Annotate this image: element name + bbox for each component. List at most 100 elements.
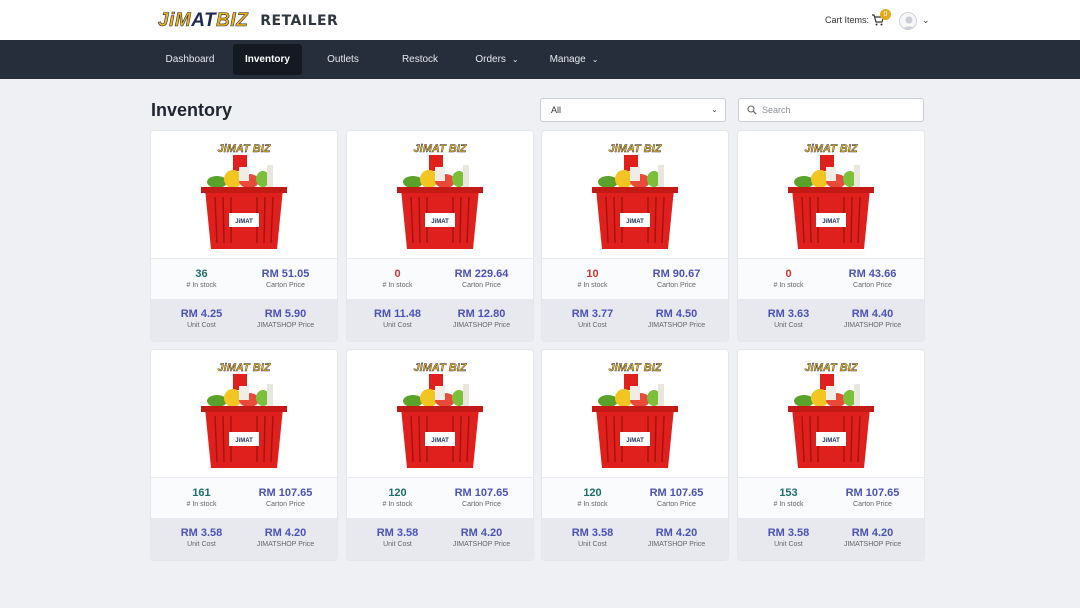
jimatshop-price: RM 4.40 [851, 308, 894, 320]
stock-price-row: 0 # In stock RM 43.66 Carton Price [738, 259, 924, 299]
unit-cost-label: Unit Cost [578, 322, 607, 329]
search-input[interactable] [762, 102, 917, 118]
carton-price-label: Carton Price [853, 282, 892, 289]
chevron-down-icon: ⌄ [511, 55, 519, 64]
svg-text:JiMAT BIZ: JiMAT BIZ [218, 362, 272, 374]
stock-price-row: 36 # In stock RM 51.05 Carton Price [151, 259, 337, 299]
jimatshop-price: RM 4.50 [655, 308, 698, 320]
main-nav: Dashboard Inventory Outlets Restock Orde… [0, 40, 1080, 79]
svg-text:JiMAT BIZ: JiMAT BIZ [609, 362, 663, 374]
product-image[interactable]: JiMAT BIZ JiMAT [347, 350, 533, 478]
svg-text:JiMAT: JiMAT [235, 438, 253, 444]
cost-price-row: RM 11.48 Unit Cost RM 12.80 JIMATSHOP Price [347, 299, 533, 341]
nav-restock[interactable]: Restock [386, 44, 454, 75]
svg-text:JiMAT BIZ: JiMAT BIZ [609, 143, 663, 155]
page-title: Inventory [151, 100, 233, 120]
logo-subtitle: RETAILER [260, 13, 339, 29]
nav-orders[interactable]: Orders ⌄ [462, 44, 532, 75]
jimatshop-price-label: JIMATSHOP Price [843, 541, 902, 548]
product-image[interactable]: JiMAT BIZ JiMAT [151, 350, 337, 478]
cart-button[interactable]: Cart Items: [825, 13, 885, 27]
product-card[interactable]: JiMAT BIZ JiMAT 153 # In stock RM 107.65 Ca… [738, 350, 924, 560]
product-image[interactable]: JiMAT BIZ JiMAT [542, 131, 728, 259]
stock-label: # In stock [577, 282, 608, 289]
product-image[interactable]: JiMAT BIZ JiMAT [151, 131, 337, 259]
unit-cost-label: Unit Cost [187, 322, 216, 329]
stock-label: # In stock [577, 501, 608, 508]
product-image[interactable]: JiMAT BIZ JiMAT [738, 350, 924, 478]
svg-text:JiMAT BIZ: JiMAT BIZ [414, 362, 468, 374]
stock-count: 0 [785, 268, 792, 280]
svg-text:JiMAT: JiMAT [235, 219, 253, 225]
unit-cost: RM 4.25 [180, 308, 223, 320]
cost-price-row: RM 3.77 Unit Cost RM 4.50 JIMATSHOP Price [542, 299, 728, 341]
nav-outlets[interactable]: Outlets [310, 44, 376, 75]
chevron-down-icon[interactable]: ⌄ [922, 15, 930, 26]
stock-label: # In stock [186, 282, 217, 289]
stock-price-row: 153 # In stock RM 107.65 Carton Price [738, 478, 924, 518]
cost-price-row: RM 4.25 Unit Cost RM 5.90 JIMATSHOP Price [151, 299, 337, 341]
unit-cost: RM 3.58 [767, 527, 810, 539]
search-box[interactable] [738, 98, 924, 122]
nav-dashboard[interactable]: Dashboard [153, 44, 227, 75]
product-card[interactable]: JiMAT BIZ JiMAT 0 # In stock RM 229.64 Cart… [347, 131, 533, 341]
brand-logo[interactable]: JiMATBIZ RETAILER [158, 10, 338, 32]
stock-price-row: 120 # In stock RM 107.65 Carton Price [347, 478, 533, 518]
chevron-down-icon: ⌄ [711, 105, 718, 114]
unit-cost-label: Unit Cost [774, 541, 803, 548]
product-card[interactable]: JiMAT BIZ JiMAT 161 # In stock RM 107.65 Ca… [151, 350, 337, 560]
unit-cost: RM 3.77 [571, 308, 614, 320]
unit-cost: RM 3.63 [767, 308, 810, 320]
svg-text:JiMAT: JiMAT [626, 219, 644, 225]
jimatshop-price-label: JIMATSHOP Price [843, 322, 902, 329]
carton-price: RM 107.65 [845, 487, 900, 499]
product-image[interactable]: JiMAT BIZ JiMAT [738, 131, 924, 259]
product-image[interactable]: JiMAT BIZ JiMAT [347, 131, 533, 259]
category-filter-select[interactable]: All ⌄ [540, 98, 726, 122]
search-icon [747, 105, 757, 115]
user-avatar-icon[interactable] [899, 12, 917, 30]
svg-text:JiMAT BIZ: JiMAT BIZ [805, 362, 859, 374]
svg-text:JiMAT: JiMAT [431, 438, 449, 444]
carton-price-label: Carton Price [657, 501, 696, 508]
stock-label: # In stock [773, 282, 804, 289]
cost-price-row: RM 3.58 Unit Cost RM 4.20 JIMATSHOP Price [542, 518, 728, 560]
stock-price-row: 161 # In stock RM 107.65 Carton Price [151, 478, 337, 518]
svg-text:JiMAT: JiMAT [431, 219, 449, 225]
cost-price-row: RM 3.63 Unit Cost RM 4.40 JIMATSHOP Price [738, 299, 924, 341]
svg-text:JiMAT BIZ: JiMAT BIZ [805, 143, 859, 155]
unit-cost-label: Unit Cost [383, 541, 412, 548]
nav-inventory[interactable]: Inventory [233, 44, 302, 75]
stock-count: 153 [779, 487, 798, 499]
filter-selected-value: All [551, 105, 562, 115]
carton-price-label: Carton Price [853, 501, 892, 508]
jimatshop-price: RM 4.20 [851, 527, 894, 539]
product-image[interactable]: JiMAT BIZ JiMAT [542, 350, 728, 478]
carton-price-label: Carton Price [266, 282, 305, 289]
top-header: JiMATBIZ RETAILER Cart Items: 0 ⌄ [0, 0, 1080, 40]
stock-label: # In stock [773, 501, 804, 508]
unit-cost: RM 3.58 [376, 527, 419, 539]
jimatshop-price-label: JIMATSHOP Price [452, 541, 511, 548]
unit-cost-label: Unit Cost [774, 322, 803, 329]
nav-manage[interactable]: Manage ⌄ [538, 44, 610, 75]
carton-price: RM 107.65 [649, 487, 704, 499]
carton-price-label: Carton Price [266, 501, 305, 508]
product-card[interactable]: JiMAT BIZ JiMAT 120 # In stock RM 107.65 Ca… [542, 350, 728, 560]
stock-count: 120 [388, 487, 407, 499]
cost-price-row: RM 3.58 Unit Cost RM 4.20 JIMATSHOP Price [151, 518, 337, 560]
svg-text:JiMAT BIZ: JiMAT BIZ [414, 143, 468, 155]
stock-count: 161 [192, 487, 211, 499]
product-card[interactable]: JiMAT BIZ JiMAT 120 # In stock RM 107.65 Ca… [347, 350, 533, 560]
jimatshop-price-label: JIMATSHOP Price [256, 541, 315, 548]
svg-text:JiMAT: JiMAT [626, 438, 644, 444]
product-card[interactable]: JiMAT BIZ JiMAT 36 # In stock RM 51.05 Cart… [151, 131, 337, 341]
carton-price: RM 90.67 [652, 268, 701, 280]
product-card[interactable]: JiMAT BIZ JiMAT 10 # In stock RM 90.67 Cart… [542, 131, 728, 341]
carton-price: RM 229.64 [454, 268, 509, 280]
stock-count: 10 [586, 268, 599, 280]
stock-price-row: 120 # In stock RM 107.65 Carton Price [542, 478, 728, 518]
svg-text:JiMAT BIZ: JiMAT BIZ [218, 143, 272, 155]
product-card[interactable]: JiMAT BIZ JiMAT 0 # In stock RM 43.66 Carto… [738, 131, 924, 341]
unit-cost-label: Unit Cost [383, 322, 412, 329]
